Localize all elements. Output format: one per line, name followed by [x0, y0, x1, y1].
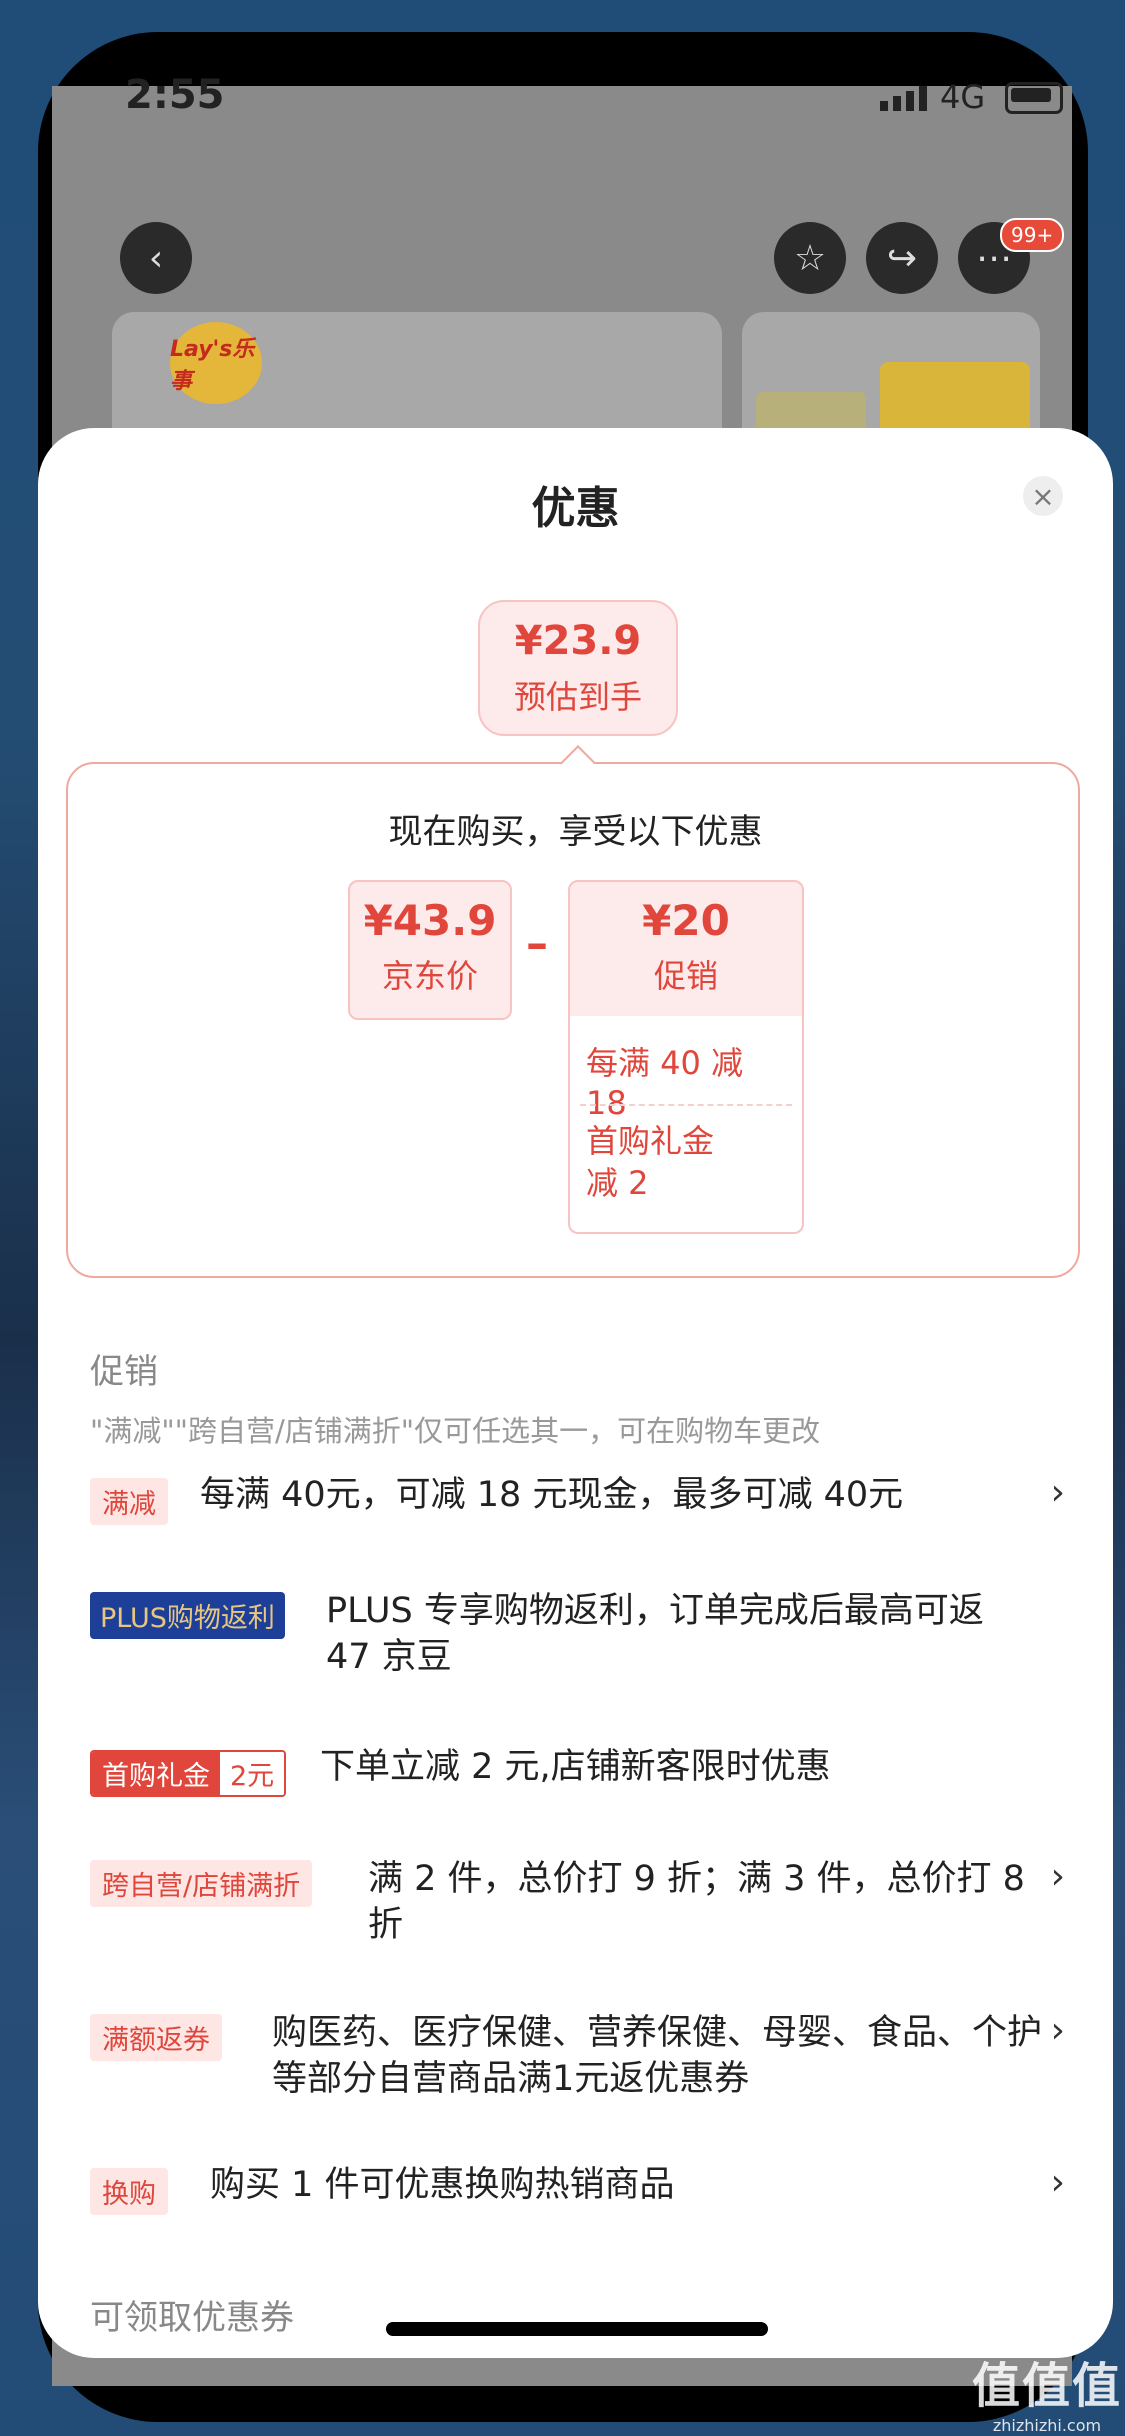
watermark-url: zhizhizhi.com	[992, 2416, 1102, 2435]
gift-tag-amount: 2元	[220, 1752, 285, 1795]
promo-row-exchange[interactable]: 换购 购买 1 件可优惠换购热销商品 ›	[90, 2162, 1065, 2228]
promo-row-gift[interactable]: 首购礼金 2元 下单立减 2 元,店铺新客限时优惠	[90, 1747, 1065, 1810]
star-icon: ☆	[793, 237, 827, 279]
estimated-price: ¥23.9	[514, 618, 642, 664]
promo-row-coupon-return[interactable]: 满额返券 购医药、医疗保健、营养保健、母婴、食品、个护等部分自营商品满1元返优惠…	[90, 2010, 1065, 2114]
chevron-right-icon: ›	[1050, 2010, 1065, 2051]
chevron-right-icon: ›	[1050, 1472, 1065, 1513]
promo-tag: 满减	[90, 1478, 168, 1525]
divider	[580, 1104, 792, 1106]
promo-item: 首购礼金 减 2	[586, 1122, 715, 1202]
close-button[interactable]: ×	[1023, 476, 1063, 516]
gift-tag-label: 首购礼金	[92, 1752, 220, 1795]
promo-text: 购医药、医疗保健、营养保健、母婴、食品、个护等部分自营商品满1元返优惠券	[272, 2013, 1043, 2099]
promo-label: 促销	[653, 957, 718, 995]
sheet-title: 优惠	[531, 483, 620, 534]
watermark-logo: 值值值	[972, 2358, 1123, 2414]
promotions-note: "满减""跨自营/店铺满折"仅可任选其一，可在购物车更改	[90, 1414, 821, 1448]
promo-item: 每满 40 减 18	[586, 1044, 744, 1122]
share-icon: ↪	[886, 237, 918, 279]
favorite-button[interactable]: ☆	[774, 222, 846, 294]
promo-tag-gift: 首购礼金 2元	[90, 1750, 287, 1797]
back-button[interactable]: ‹	[120, 222, 192, 294]
jd-price-box: ¥43.9 京东价	[348, 880, 512, 1020]
promo-breakdown: 每满 40 减 18 首购礼金 减 2	[568, 1016, 804, 1234]
network-label: 4G	[940, 78, 986, 116]
promo-text: 下单立减 2 元,店铺新客限时优惠	[320, 1747, 831, 1787]
home-indicator[interactable]	[386, 2322, 768, 2336]
estimated-price-box: ¥23.9 预估到手	[478, 600, 678, 736]
promo-tag: 满额返券	[90, 2014, 222, 2061]
close-icon: ×	[1031, 479, 1055, 513]
watermark: 值值值 zhizhizhi.com	[972, 2346, 1122, 2435]
promo-tag-plus: PLUS购物返利	[90, 1592, 285, 1639]
jd-price-label: 京东价	[381, 957, 478, 995]
jd-price: ¥43.9	[363, 896, 497, 945]
chevron-left-icon: ‹	[148, 237, 164, 279]
chevron-right-icon: ›	[1050, 1856, 1065, 1897]
notification-badge: 99+	[1000, 218, 1065, 252]
status-time: 2:55	[125, 72, 225, 118]
promotions-section-title: 促销	[90, 1352, 158, 1392]
minus-operator: –	[526, 918, 548, 969]
estimated-label: 预估到手	[513, 678, 642, 716]
promo-tag: 跨自营/店铺满折	[90, 1860, 313, 1907]
chevron-right-icon: ›	[1050, 2162, 1065, 2203]
promo-row-plus[interactable]: PLUS购物返利 PLUS 专享购物返利，订单完成后最高可返 47 京豆	[90, 1591, 1065, 1692]
promo-text: 购买 1 件可优惠换购热销商品	[210, 2165, 675, 2205]
status-bar: 2:55 4G	[0, 72, 1125, 132]
promo-text: 每满 40元，可减 18 元现金，最多可减 40元	[200, 1475, 904, 1515]
battery-icon	[1005, 82, 1063, 114]
promo-price-box: ¥20 促销	[568, 880, 804, 1020]
promo-text: PLUS 专享购物返利，订单完成后最高可返 47 京豆	[326, 1591, 984, 1677]
calc-heading: 现在购买，享受以下优惠	[388, 812, 763, 852]
share-button[interactable]: ↪	[866, 222, 938, 294]
promo-row-cross-store[interactable]: 跨自营/店铺满折 满 2 件，总价打 9 折；满 3 件，总价打 8 折 ›	[90, 1856, 1065, 1960]
promo-tag: 换购	[90, 2168, 168, 2215]
coupon-section-title: 可领取优惠券	[90, 2298, 294, 2338]
promo-price: ¥20	[642, 896, 730, 945]
discount-sheet: 优惠 × ¥23.9 预估到手 现在购买，享受以下优惠 ¥43.9 京东价 – …	[38, 428, 1113, 2358]
promo-row-manjian[interactable]: 满减 每满 40元，可减 18 元现金，最多可减 40元 ›	[90, 1472, 1065, 1538]
promo-text: 满 2 件，总价打 9 折；满 3 件，总价打 8 折	[368, 1859, 1025, 1945]
signal-icon	[880, 86, 927, 111]
brand-logo: Lay's乐事	[170, 322, 262, 404]
